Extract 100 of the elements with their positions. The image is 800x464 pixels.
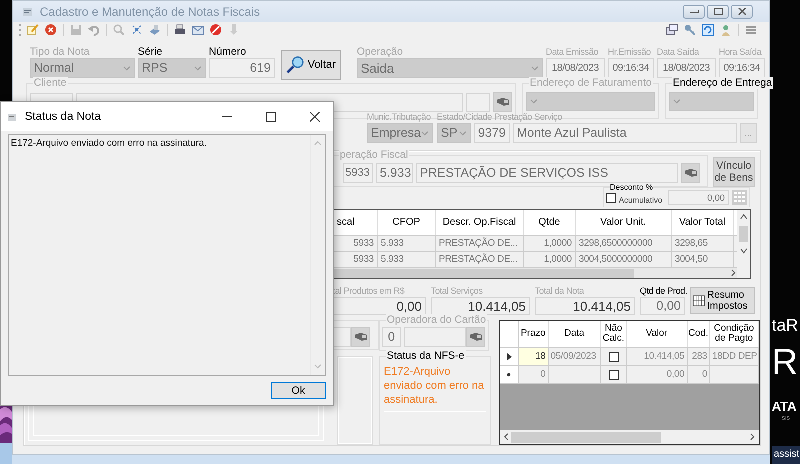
pencil-icon[interactable]	[27, 24, 39, 36]
scrollbar-thumb[interactable]	[334, 268, 634, 278]
input-field[interactable]	[466, 92, 490, 112]
minimize-icon	[222, 116, 232, 117]
current-row-icon[interactable]	[500, 348, 519, 366]
table-cell: 283	[688, 348, 710, 366]
undo-icon[interactable]	[88, 24, 100, 36]
dropdown[interactable]: Empresa	[367, 123, 433, 143]
stamp-icon[interactable]	[149, 24, 161, 36]
scrollbar-thumb[interactable]	[739, 226, 748, 242]
minimize-button[interactable]	[683, 4, 705, 18]
maximize-icon	[266, 112, 276, 122]
table-cell: PRESTAÇÃO DE...	[436, 236, 524, 252]
checkbox[interactable]	[608, 352, 619, 362]
total-label: Qtd de Prod.	[640, 285, 685, 298]
date-field[interactable]: 18/08/2023	[657, 58, 716, 78]
date-field[interactable]: 09:16:34	[719, 58, 765, 78]
wallpaper-text: ATA	[772, 399, 797, 414]
column-header[interactable]: CFOP	[378, 210, 436, 236]
column-header[interactable]: Cod.	[688, 321, 710, 348]
tax-summary-button[interactable]: Resumo Impostos	[690, 287, 755, 314]
envelope-icon[interactable]	[192, 24, 204, 36]
date-field[interactable]: 09:16:34	[608, 58, 654, 78]
lookup-button[interactable]	[493, 92, 512, 112]
table-cell: 3004,5000000000	[576, 252, 672, 268]
magnifier-icon	[286, 54, 305, 76]
column-header[interactable]: Qtde	[524, 210, 576, 236]
scrollbar[interactable]	[737, 210, 750, 278]
lookup-button[interactable]	[466, 327, 485, 348]
message-box[interactable]: E172-Arquivo enviado com erro na assinatura.	[8, 134, 326, 376]
hand-icon	[684, 168, 698, 178]
printer-icon[interactable]	[174, 24, 186, 36]
close-button[interactable]	[731, 4, 753, 18]
scrollbar[interactable]	[500, 430, 759, 444]
cfop-field[interactable]: 5.933	[376, 163, 413, 183]
hand-icon	[468, 332, 482, 342]
lookup-button[interactable]	[681, 163, 700, 183]
chevron-icon	[123, 66, 131, 70]
column-header[interactable]: Valor	[627, 321, 688, 348]
column-header[interactable]: Prazo	[519, 321, 549, 348]
field-label: Tipo da Nota	[30, 46, 91, 58]
column-header[interactable]: Valor Unit.	[576, 210, 672, 236]
nodes-icon[interactable]	[131, 24, 143, 36]
table-cell[interactable]: 0	[519, 366, 549, 384]
new-row-icon[interactable]	[500, 366, 519, 384]
stop-icon[interactable]	[210, 24, 222, 36]
discount-field[interactable]: 0,00	[668, 190, 729, 206]
field-label: Data Emissão	[546, 46, 600, 58]
total-field: 0,00	[333, 297, 426, 316]
windows-icon[interactable]	[666, 24, 678, 36]
column-header[interactable]: Condição de Pagto	[710, 321, 759, 348]
number-field[interactable]: 619	[209, 58, 275, 78]
date-field[interactable]: 18/08/2023	[546, 58, 605, 78]
key-icon[interactable]	[684, 24, 696, 36]
description-field[interactable]: PRESTAÇÃO DE SERVIÇOS ISS	[416, 163, 678, 183]
column-header[interactable]: Descr. Op.Fiscal	[436, 210, 524, 236]
group-label: Operadora do Cartão	[386, 314, 488, 326]
restore-button[interactable]	[707, 4, 729, 18]
person-icon[interactable]	[720, 24, 732, 36]
checkbox[interactable]	[608, 370, 619, 380]
code-field[interactable]: 9379	[474, 123, 510, 143]
checkbox[interactable]	[606, 192, 616, 203]
table-cell: 3298,6500000000	[576, 236, 672, 252]
field-label: Estado/Cidade Prestação Serviço	[437, 111, 564, 123]
code-field[interactable]: 5933	[343, 163, 373, 183]
dropdown[interactable]: Saida	[357, 58, 543, 78]
ok-button[interactable]: Ok	[271, 382, 326, 399]
cancel-icon[interactable]	[45, 24, 57, 36]
total-label: Total Serviços	[431, 285, 484, 298]
lookup-button[interactable]	[351, 327, 370, 348]
table-cell: PRESTAÇÃO DE...	[436, 252, 524, 268]
operator-field[interactable]	[404, 327, 466, 348]
dropdown[interactable]: RPS	[138, 58, 206, 78]
scrollbar[interactable]	[334, 268, 738, 278]
more-button[interactable]: ...	[740, 123, 757, 143]
window-title: Cadastro e Manutenção de Notas Fiscais	[40, 4, 260, 18]
table-cell: 3298,65	[672, 236, 734, 252]
field-label: Série	[138, 46, 164, 58]
code-field[interactable]: 0	[382, 327, 402, 348]
dropdown[interactable]: SP	[437, 123, 471, 143]
link-assets-button[interactable]: Vínculo de Bens	[713, 157, 755, 187]
checkbox-label: Acumulativo	[619, 196, 663, 205]
column-header[interactable]: Não Calc.	[601, 321, 628, 348]
refresh-icon[interactable]	[702, 24, 714, 36]
city-field[interactable]: Monte Azul Paulista	[513, 123, 737, 143]
back-button[interactable]: Voltar	[281, 50, 341, 80]
column-header[interactable]: Data	[548, 321, 602, 348]
scrollbar-thumb[interactable]	[511, 432, 661, 442]
table-cell: 1,0000	[524, 252, 576, 268]
menu-icon[interactable]	[745, 24, 757, 36]
chevron-icon	[673, 99, 681, 104]
table-cell[interactable]: 18	[519, 348, 549, 366]
group-label: Endereço de Entrega	[672, 77, 774, 89]
restore-icon	[714, 8, 722, 15]
input-field[interactable]	[333, 327, 351, 348]
table-cell: 0	[688, 366, 710, 384]
group-label: Cliente	[33, 77, 68, 89]
column-header[interactable]: Valor Total	[672, 210, 734, 236]
total-field: 10.414,05	[535, 297, 635, 316]
field-label: Número	[209, 46, 248, 58]
